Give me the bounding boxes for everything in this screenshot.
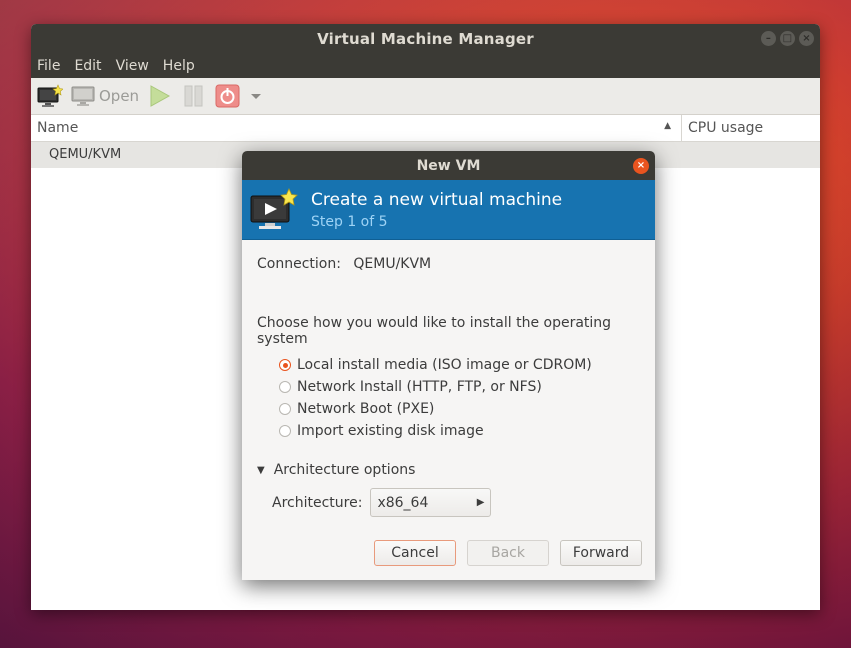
column-name-header[interactable]: Name ▲ xyxy=(31,115,682,141)
menu-edit[interactable]: Edit xyxy=(74,58,101,74)
connection-line: Connection: QEMU/KVM xyxy=(257,256,640,272)
connection-name: QEMU/KVM xyxy=(49,147,122,162)
install-option-network[interactable]: Network Install (HTTP, FTP, or NFS) xyxy=(279,376,640,398)
architecture-value: x86_64 xyxy=(377,494,429,511)
dialog-header-title: Create a new virtual machine xyxy=(311,189,563,210)
menu-help[interactable]: Help xyxy=(163,58,195,74)
minimize-icon[interactable]: – xyxy=(761,31,776,46)
dialog-header: Create a new virtual machine Step 1 of 5 xyxy=(242,180,655,240)
install-prompt: Choose how you would like to install the… xyxy=(257,315,612,347)
install-option-import[interactable]: Import existing disk image xyxy=(279,420,640,442)
install-options: Local install media (ISO image or CDROM)… xyxy=(257,354,640,442)
shutdown-menu-button[interactable] xyxy=(249,82,263,110)
power-icon xyxy=(215,84,240,108)
dialog-title: New VM xyxy=(416,157,481,174)
pause-icon xyxy=(184,85,203,107)
radio-unchecked[interactable] xyxy=(279,403,291,415)
window-controls: – □ × xyxy=(761,31,814,46)
column-headers: Name ▲ CPU usage xyxy=(31,115,820,142)
close-icon[interactable]: × xyxy=(633,158,649,174)
architecture-select[interactable]: x86_64 ▶ xyxy=(370,488,492,517)
maximize-icon[interactable]: □ xyxy=(780,31,795,46)
menu-view[interactable]: View xyxy=(116,58,149,74)
run-button[interactable] xyxy=(147,82,173,110)
dialog-buttons: Cancel Back Forward xyxy=(374,540,642,566)
shutdown-button[interactable] xyxy=(215,82,241,110)
radio-checked[interactable] xyxy=(279,359,291,371)
dialog-body: Connection: QEMU/KVM Choose how you woul… xyxy=(242,256,655,517)
menu-file[interactable]: File xyxy=(37,58,60,74)
architecture-label: Architecture: xyxy=(272,494,363,511)
main-titlebar[interactable]: Virtual Machine Manager – □ × xyxy=(31,24,820,53)
dialog-titlebar[interactable]: New VM × xyxy=(242,151,655,180)
column-cpu-header[interactable]: CPU usage xyxy=(682,115,820,141)
chevron-down-icon xyxy=(251,94,262,99)
radio-unchecked[interactable] xyxy=(279,425,291,437)
cancel-button[interactable]: Cancel xyxy=(374,540,456,566)
radio-unchecked[interactable] xyxy=(279,381,291,393)
connection-value: QEMU/KVM xyxy=(353,256,432,272)
menubar: File Edit View Help xyxy=(31,53,820,78)
install-option-pxe[interactable]: Network Boot (PXE) xyxy=(279,398,640,420)
new-vm-icon xyxy=(37,84,63,107)
open-label: Open xyxy=(99,87,140,105)
chevron-right-icon: ▶ xyxy=(476,497,485,508)
monitor-icon xyxy=(71,86,95,106)
open-button[interactable]: Open xyxy=(71,82,139,110)
new-vm-icon xyxy=(250,187,298,229)
connection-label: Connection: xyxy=(257,256,341,272)
install-option-local[interactable]: Local install media (ISO image or CDROM) xyxy=(279,354,640,376)
pause-button[interactable] xyxy=(181,82,207,110)
back-button[interactable]: Back xyxy=(467,540,549,566)
architecture-row: Architecture: x86_64 ▶ xyxy=(272,488,640,517)
new-vm-button[interactable] xyxy=(37,82,63,110)
forward-button[interactable]: Forward xyxy=(560,540,642,566)
play-icon xyxy=(150,85,171,107)
window-title: Virtual Machine Manager xyxy=(317,29,534,48)
dialog-header-text: Create a new virtual machine Step 1 of 5 xyxy=(311,190,562,230)
new-vm-dialog: New VM × Create a new virtual machine St… xyxy=(242,151,655,580)
step-indicator: Step 1 of 5 xyxy=(311,213,388,230)
expander-down-icon: ▼ xyxy=(257,464,265,476)
toolbar: Open xyxy=(31,78,820,115)
close-icon[interactable]: × xyxy=(799,31,814,46)
architecture-options-expander[interactable]: ▼ Architecture options xyxy=(257,462,640,478)
sort-up-icon: ▲ xyxy=(664,121,671,131)
